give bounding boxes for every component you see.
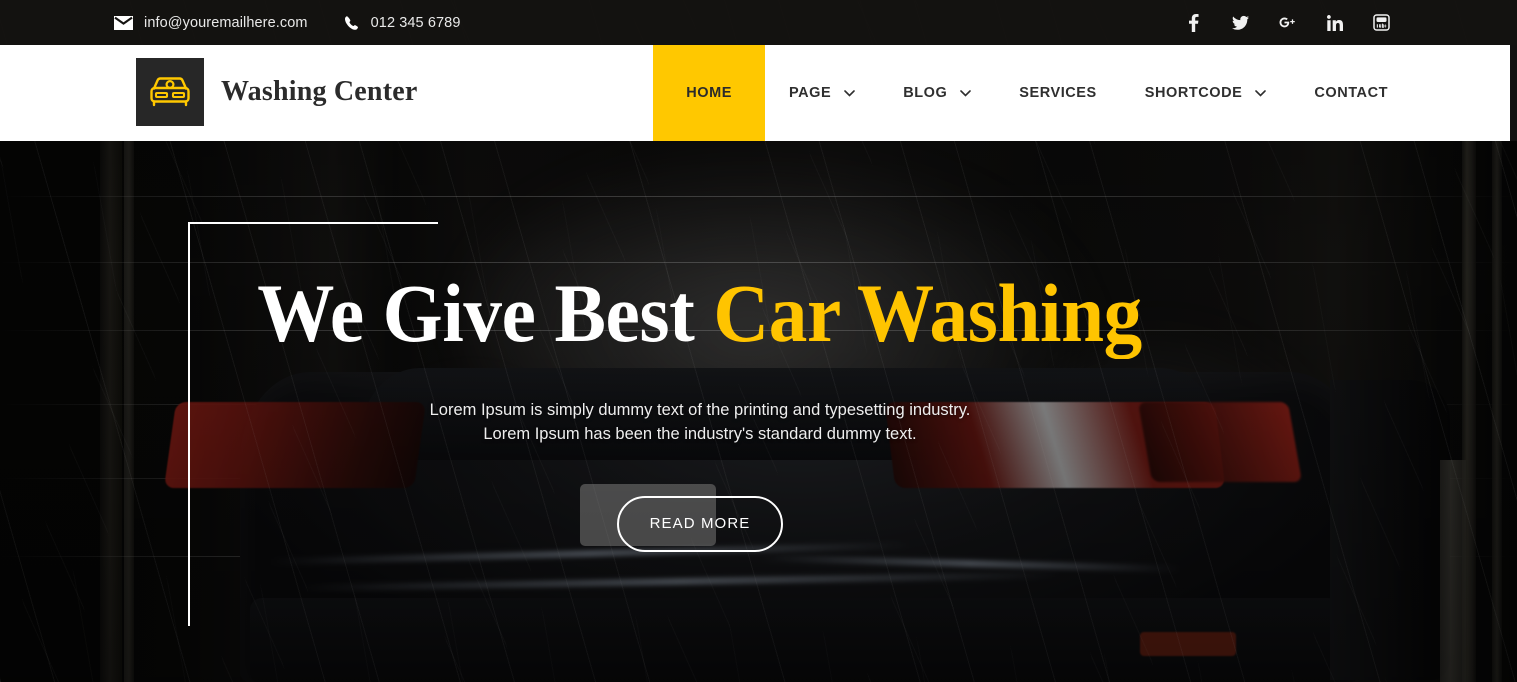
hero-subtitle-line-1: Lorem Ipsum is simply dummy text of the … — [429, 400, 971, 419]
google-plus-icon[interactable] — [1279, 14, 1296, 31]
hero-title-accent: Car Washing — [713, 267, 1143, 360]
hero-title: We Give Best Car Washing — [258, 271, 1143, 356]
contact-phone-text: 012 345 6789 — [370, 14, 461, 31]
page-root: info@youremailhere.com 012 345 6789 Wash… — [0, 0, 1517, 682]
youtube-icon[interactable] — [1373, 14, 1390, 31]
envelope-icon — [114, 15, 133, 30]
right-post-outer — [1492, 140, 1502, 682]
nav-item-contact[interactable]: CONTACT — [1290, 45, 1510, 141]
contact-email[interactable]: info@youremailhere.com — [114, 15, 308, 31]
phone-icon — [344, 15, 360, 31]
nav-label-page: PAGE — [788, 85, 832, 101]
twitter-icon[interactable] — [1232, 14, 1249, 31]
site-header: Washing Center HOME PAGE BLOG SERVICES S… — [0, 45, 1510, 141]
hero-subtitle: Lorem Ipsum is simply dummy text of the … — [430, 398, 971, 446]
nav-item-shortcode[interactable]: SHORTCODE — [1121, 45, 1291, 141]
linkedin-icon[interactable] — [1326, 14, 1343, 31]
hero-subtitle-line-2: Lorem Ipsum has been the industry's stan… — [483, 424, 917, 443]
car-icon — [136, 58, 204, 126]
chevron-down-icon — [960, 89, 972, 97]
brand-logo[interactable]: Washing Center — [136, 58, 417, 126]
main-navigation: HOME PAGE BLOG SERVICES SHORTCODE CONTAC… — [653, 45, 1510, 141]
chevron-down-icon — [1255, 89, 1267, 97]
nav-item-home[interactable]: HOME — [653, 45, 765, 141]
chevron-down-icon — [844, 89, 855, 97]
right-edge-strip — [1510, 45, 1517, 141]
nav-label-blog: BLOG — [903, 85, 948, 101]
brand-name: Washing Center — [221, 76, 418, 107]
nav-label-home: HOME — [686, 85, 732, 101]
contact-phone[interactable]: 012 345 6789 — [344, 15, 461, 31]
topbar-contact-group: info@youremailhere.com 012 345 6789 — [114, 15, 461, 31]
nav-item-blog[interactable]: BLOG — [879, 45, 995, 141]
nav-item-page[interactable]: PAGE — [765, 45, 879, 141]
facebook-icon[interactable] — [1185, 13, 1202, 32]
contact-email-text: info@youremailhere.com — [144, 14, 308, 31]
hero-section: We Give Best Car Washing Lorem Ipsum is … — [0, 141, 1400, 682]
hero-title-white: We Give Best — [257, 267, 714, 360]
nav-label-services: SERVICES — [1019, 85, 1097, 101]
social-links — [1185, 13, 1390, 32]
nav-label-shortcode: SHORTCODE — [1144, 85, 1243, 101]
read-more-button[interactable]: READ MORE — [617, 495, 783, 552]
nav-item-services[interactable]: SERVICES — [995, 45, 1120, 141]
nav-label-contact: CONTACT — [1314, 85, 1388, 101]
top-utility-bar: info@youremailhere.com 012 345 6789 — [0, 0, 1517, 45]
right-rail — [1440, 460, 1466, 682]
